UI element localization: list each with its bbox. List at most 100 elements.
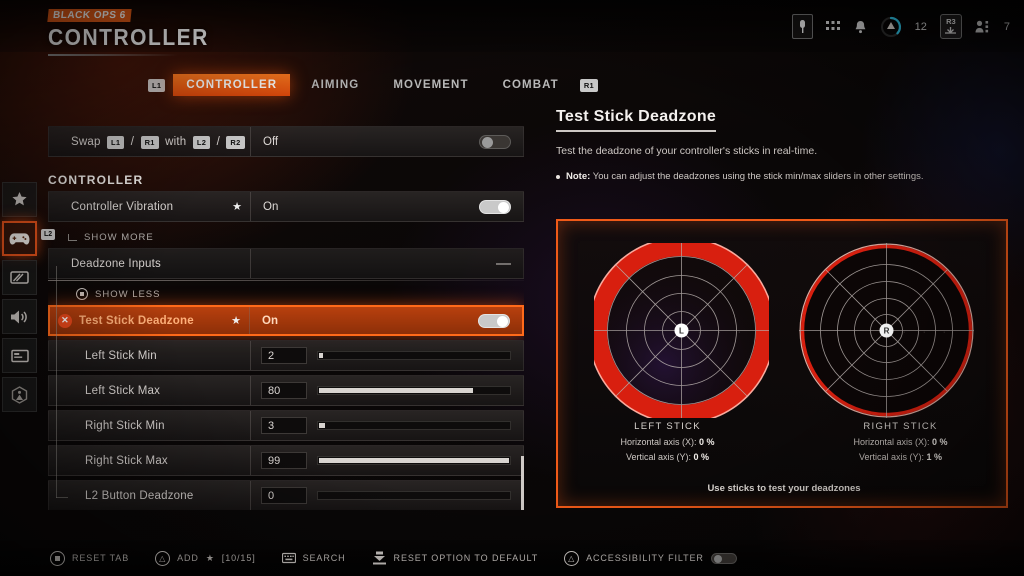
reset-option-label: RESET OPTION TO DEFAULT (393, 553, 539, 563)
setting-row-swap-bumpers[interactable]: Swap L1 / R1 with L2 / R2 Off (48, 126, 524, 157)
show-more-label: SHOW MORE (84, 231, 154, 243)
tab-aiming[interactable]: AIMING (298, 74, 372, 96)
note-text: You can adjust the deadzones using the s… (592, 171, 924, 182)
close-icon[interactable]: ✕ (58, 313, 72, 328)
right-x-value: 0 % (932, 437, 948, 447)
tab-movement[interactable]: MOVEMENT (380, 74, 481, 96)
deadzone-inputs-control: — (351, 256, 523, 271)
circle-button-icon (76, 288, 88, 300)
right-stick-diagram: · · · R (799, 243, 974, 423)
reset-option-button[interactable]: RESET OPTION TO DEFAULT (372, 551, 539, 565)
bell-icon[interactable] (854, 20, 867, 34)
party-icon[interactable] (975, 20, 991, 33)
r1-glyph: R1 (140, 135, 159, 149)
setting-row-l2-button-deadzone[interactable]: L2 Button Deadzone 0 (48, 480, 524, 510)
test-stick-value: On (262, 314, 278, 327)
svg-text:·: · (903, 329, 905, 336)
sidebar-item-graphics[interactable] (2, 260, 37, 295)
l2-glyph: L2 (192, 135, 211, 149)
swap-toggle[interactable] (479, 134, 511, 149)
right-stick-min-slider[interactable] (317, 421, 511, 430)
l2-deadzone-value[interactable]: 0 (261, 487, 307, 504)
info-panel-note: Note: You can adjust the deadzones using… (556, 171, 1008, 182)
star-icon: ★ (205, 552, 215, 563)
list-scrollbar[interactable] (521, 456, 524, 510)
right-stick-max-slider[interactable] (317, 456, 511, 465)
swap-sep-2: / (216, 135, 220, 148)
grid-icon[interactable] (825, 21, 841, 32)
setting-row-left-stick-min[interactable]: Left Stick Min 2 (48, 340, 524, 371)
triangle-button-icon: △ (155, 550, 171, 566)
tree-elbow-icon (68, 233, 77, 241)
tab-combat[interactable]: COMBAT (490, 74, 572, 96)
sidebar-item-favorites[interactable] (2, 182, 37, 217)
sidebar-item-interface[interactable] (2, 338, 37, 373)
sidebar-item-accessibility[interactable] (2, 377, 37, 412)
test-stick-control (350, 313, 522, 328)
setting-row-controller-vibration[interactable]: Controller Vibration ★ On (48, 191, 524, 222)
accessibility-filter-button[interactable]: △ ACCESSIBILITY FILTER (564, 550, 737, 566)
swap-control (351, 134, 523, 149)
sidebar-item-controller[interactable]: L2 (2, 221, 56, 256)
reset-icon (372, 551, 386, 565)
r3-key-icon[interactable]: R3 (939, 14, 962, 39)
l1-glyph: L1 (106, 135, 125, 149)
game-logo-badge: BLACK OPS 6 (47, 9, 132, 22)
vibration-toggle[interactable] (479, 199, 511, 214)
left-x-label: Horizontal axis (X): (620, 437, 697, 447)
add-favorite-button[interactable]: △ ADD ★ [10/15] (155, 550, 256, 566)
setting-row-left-stick-max[interactable]: Left Stick Max 80 (48, 375, 524, 406)
door-icon[interactable] (791, 14, 813, 39)
left-stick-min-value[interactable]: 2 (261, 347, 307, 364)
test-stick-toggle[interactable] (478, 313, 510, 328)
setting-row-deadzone-inputs[interactable]: Deadzone Inputs — (48, 248, 524, 279)
favorite-star-icon[interactable]: ★ (224, 200, 250, 213)
right-stick-min-label: Right Stick Min (85, 419, 165, 432)
battlepass-icon[interactable] (880, 16, 902, 38)
accessibility-filter-toggle[interactable] (710, 552, 737, 564)
speaker-icon (11, 310, 27, 323)
left-x-value: 0 % (699, 437, 715, 447)
right-y-value: 1 % (926, 452, 943, 462)
show-more-button[interactable]: SHOW MORE (48, 226, 524, 248)
right-stick-y: Vertical axis (Y): 1 % (813, 452, 988, 462)
setting-row-right-stick-max[interactable]: Right Stick Max 99 (48, 445, 524, 476)
sidebar-item-audio[interactable] (2, 299, 37, 334)
svg-text:·: · (698, 329, 700, 336)
left-stick-diagram: · · · L (587, 236, 776, 425)
logo-underline (48, 54, 178, 56)
left-bumper-icon[interactable]: L1 (148, 78, 166, 92)
page-title: CONTROLLER (48, 25, 209, 51)
left-stick-max-slider[interactable] (317, 386, 511, 395)
info-panel-description: Test the deadzone of your controller's s… (556, 145, 818, 157)
right-stick-readout: RIGHT STICK Horizontal axis (X): 0 % Ver… (813, 421, 988, 462)
left-y-value: 0 % (693, 452, 710, 462)
search-button[interactable]: SEARCH (281, 552, 346, 564)
favorite-star-icon[interactable]: ★ (223, 314, 249, 327)
right-stick-max-value[interactable]: 99 (261, 452, 307, 469)
left-stick-min-slider[interactable] (317, 351, 511, 360)
tab-bar: L1 CONTROLLER AIMING MOVEMENT COMBAT R1 (148, 74, 598, 96)
reset-tab-button[interactable]: RESET TAB (50, 550, 129, 566)
battlepass-count: 12 (914, 20, 927, 33)
setting-row-right-stick-min[interactable]: Right Stick Min 3 (48, 410, 524, 441)
info-panel-title: Test Stick Deadzone (556, 108, 717, 132)
vibration-value: On (263, 200, 279, 213)
left-stick-name: LEFT STICK (634, 421, 701, 432)
tab-controller[interactable]: CONTROLLER (173, 74, 291, 96)
left-stick-max-value[interactable]: 80 (261, 382, 307, 399)
star-icon (12, 192, 27, 206)
left-stick-x: Horizontal axis (X): 0 % (580, 437, 755, 447)
show-less-button[interactable]: SHOW LESS (48, 283, 524, 305)
game-logo: BLACK OPS 6 CONTROLLER (47, 5, 209, 56)
l2-deadzone-control: 0 (251, 487, 523, 504)
left-y-label: Vertical axis (Y): (625, 452, 691, 462)
left-stick-min-control: 2 (251, 347, 523, 364)
keycap-label: R3 (946, 17, 956, 26)
triangle-button-icon: △ (564, 550, 580, 566)
setting-row-test-stick-deadzone[interactable]: ✕ Test Stick Deadzone ★ On (48, 305, 524, 336)
right-stick-min-value[interactable]: 3 (261, 417, 307, 434)
right-bumper-icon[interactable]: R1 (579, 78, 598, 92)
l2-deadzone-slider[interactable] (317, 491, 511, 500)
collapse-icon[interactable]: — (496, 256, 511, 271)
